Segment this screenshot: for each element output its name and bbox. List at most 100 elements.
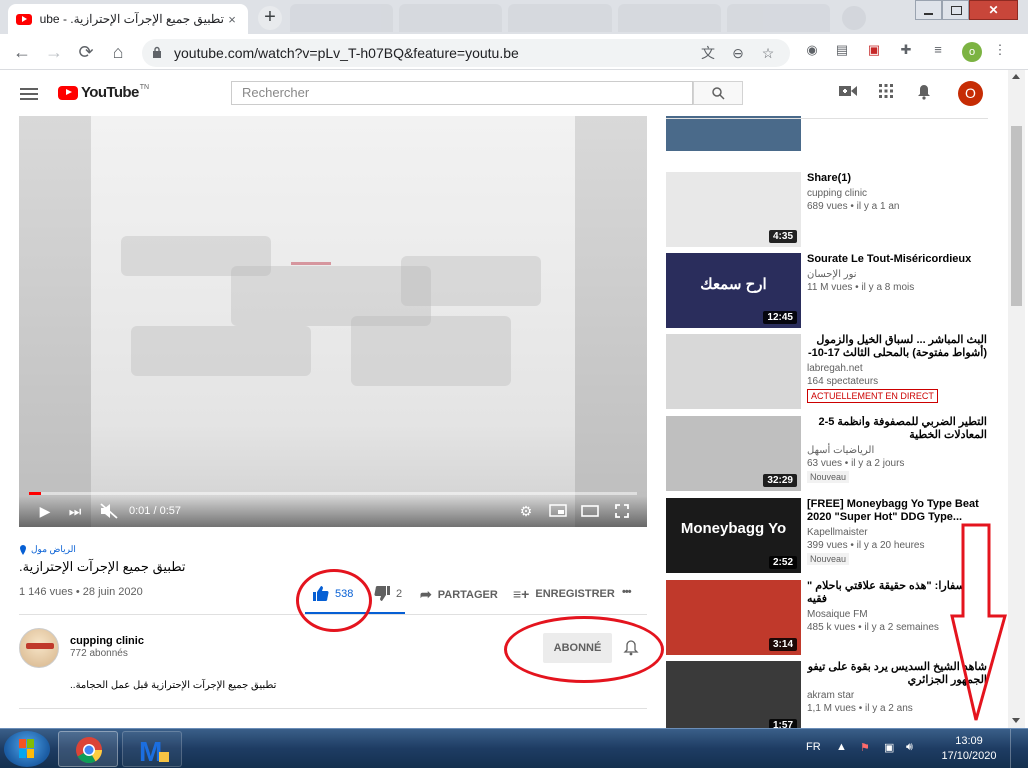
rec-title[interactable]: [FREE] Moneybagg Yo Type Beat 2020 "Supe… [807,498,987,524]
extension-printer-icon[interactable]: ▤ [832,40,852,60]
video-player[interactable]: ▶ ⏭ 0:01 / 0:57 ⚙ [19,116,647,527]
theater-mode-icon[interactable] [580,500,600,522]
profile-avatar[interactable]: o [962,42,982,62]
duration-badge: 4:35 [768,230,797,243]
player-controls: ▶ ⏭ 0:01 / 0:57 ⚙ [19,496,647,527]
clock-date: 17/10/2020 [941,750,997,762]
video-thumbnail[interactable]: ارح سمعك 12:45 [666,253,801,328]
duration-badge: 32:29 [763,474,797,487]
extension-shield-icon[interactable]: ▣ [864,40,884,60]
tab-search-icon[interactable] [842,6,866,30]
progress-bar[interactable] [29,492,637,495]
settings-gear-icon[interactable]: ⚙ [517,500,535,522]
media-playlist-icon[interactable]: ≡ [928,40,948,60]
account-avatar[interactable]: O [958,81,983,106]
volume-muted-icon [100,503,118,519]
extension-globe-icon[interactable]: ◉ [802,40,822,60]
location-tag[interactable]: الرياض مول [19,544,76,555]
thumbnail-text: ارح سمعك [700,276,767,293]
video-title: .تطبيق جميع الإجرآت الإحترازية [19,559,186,574]
show-desktop-button[interactable] [1010,729,1028,769]
progress-fill [29,492,42,495]
video-thumbnail[interactable]: Moneybagg Yo 2:52 [666,498,801,573]
channel-name[interactable]: cupping clinic [70,635,144,647]
video-thumbnail[interactable]: 3:14 [666,580,801,655]
notifications-bell-icon[interactable] [914,84,934,104]
annotation-circle-like [296,569,372,632]
video-frame [91,116,575,527]
share-arrow-icon: ➦ [420,586,432,602]
tab-close-icon[interactable]: × [224,12,240,27]
youtube-logo[interactable]: YouTube TN [58,84,149,101]
youtube-play-icon [58,85,78,100]
share-button[interactable]: ➦ PARTAGER [420,586,498,603]
taskbar-app-m[interactable]: M [122,731,182,767]
divider [666,118,988,119]
home-icon[interactable]: ⌂ [106,40,130,64]
forward-arrow-icon[interactable]: → [42,40,66,64]
rec-title[interactable]: التطير الضربي للمصفوفة وأنظمة 5-2 المعاد… [807,416,987,442]
network-icon[interactable]: ▣ [884,741,894,754]
tray-arrow-icon[interactable]: ▲ [836,741,847,753]
search-input[interactable]: Rechercher [231,81,693,105]
svg-text:M: M [139,736,162,767]
extensions-puzzle-icon[interactable]: ✚ [896,40,916,60]
tab-title: تطبيق جميع الإجرآت الإحترازية. - YouTube [40,12,224,26]
rec-channel: labregah.net [807,363,863,374]
minimize-button[interactable] [915,0,942,20]
save-label: ENREGISTRER [535,588,615,600]
location-text: الرياض مول [31,544,76,554]
background-tabs[interactable] [290,4,831,32]
scroll-up-icon[interactable] [1012,74,1020,79]
youtube-favicon-icon [16,13,32,25]
volume-icon[interactable]: 🔊︎ [906,741,913,754]
logo-country: TN [139,84,150,91]
taskbar-chrome[interactable] [58,731,118,767]
channel-avatar[interactable] [19,628,59,668]
address-bar[interactable]: youtube.com/watch?v=pLv_T-h07BQ&feature=… [142,39,790,67]
video-thumbnail[interactable]: 4:35 [666,172,801,247]
rec-title[interactable]: البث المباشر ... لسباق الخيل والزمول (أش… [807,334,987,360]
bookmark-star-icon[interactable]: ☆ [758,43,778,63]
close-window-button[interactable]: ✕ [969,0,1018,20]
chrome-logo-icon [76,737,103,764]
browser-toolbar: ← → ⟳ ⌂ youtube.com/watch?v=pLv_T-h07BQ&… [0,34,1028,70]
rec-title[interactable]: Share(1) [807,172,987,185]
duration-badge: 12:45 [763,311,797,324]
new-tab-button[interactable]: + [258,6,282,30]
browser-titlebar: تطبيق جميع الإجرآت الإحترازية. - YouTube… [0,0,1028,34]
back-arrow-icon[interactable]: ← [10,40,34,64]
system-clock[interactable]: 13:09 17/10/2020 [936,734,1002,764]
rec-title[interactable]: Sourate Le Tout-Miséricordieux [807,253,987,266]
save-button[interactable]: ≡+ ENREGISTRER [513,586,615,602]
search-button[interactable] [693,81,743,105]
mute-icon[interactable] [99,500,119,522]
translate-icon[interactable]: 文 [698,43,718,63]
video-thumbnail[interactable]: 32:29 [666,416,801,491]
miniplayer-icon[interactable] [548,500,568,522]
language-indicator[interactable]: FR [806,741,821,753]
scroll-down-icon[interactable] [1012,718,1020,723]
more-actions-icon[interactable]: ••• [622,586,632,598]
apps-grid-icon[interactable] [876,84,896,104]
chrome-menu-icon[interactable]: ⋮ [990,40,1010,60]
tab-youtube[interactable]: تطبيق جميع الإجرآت الإحترازية. - YouTube… [8,4,248,34]
scrollbar-thumb[interactable] [1011,126,1022,306]
dislike-button[interactable]: 2 [374,586,402,601]
divider [19,708,647,709]
action-center-flag-icon[interactable]: ⚑ [860,741,870,754]
next-icon[interactable]: ⏭ [67,500,83,522]
page-scrollbar[interactable] [1008,70,1025,728]
start-button[interactable] [4,731,50,767]
video-thumbnail[interactable] [666,116,801,151]
reload-icon[interactable]: ⟳ [74,40,98,64]
rec-channel: الرياضيات أسهل [807,445,875,456]
play-icon[interactable]: ▶ [37,500,53,522]
video-thumbnail[interactable]: 1:57 [666,661,801,728]
maximize-button[interactable] [942,0,969,20]
zoom-icon[interactable]: ⊖ [728,43,748,63]
menu-hamburger-icon[interactable] [20,88,38,100]
create-video-icon[interactable] [838,84,858,104]
fullscreen-icon[interactable] [612,500,632,522]
video-thumbnail[interactable] [666,334,801,409]
